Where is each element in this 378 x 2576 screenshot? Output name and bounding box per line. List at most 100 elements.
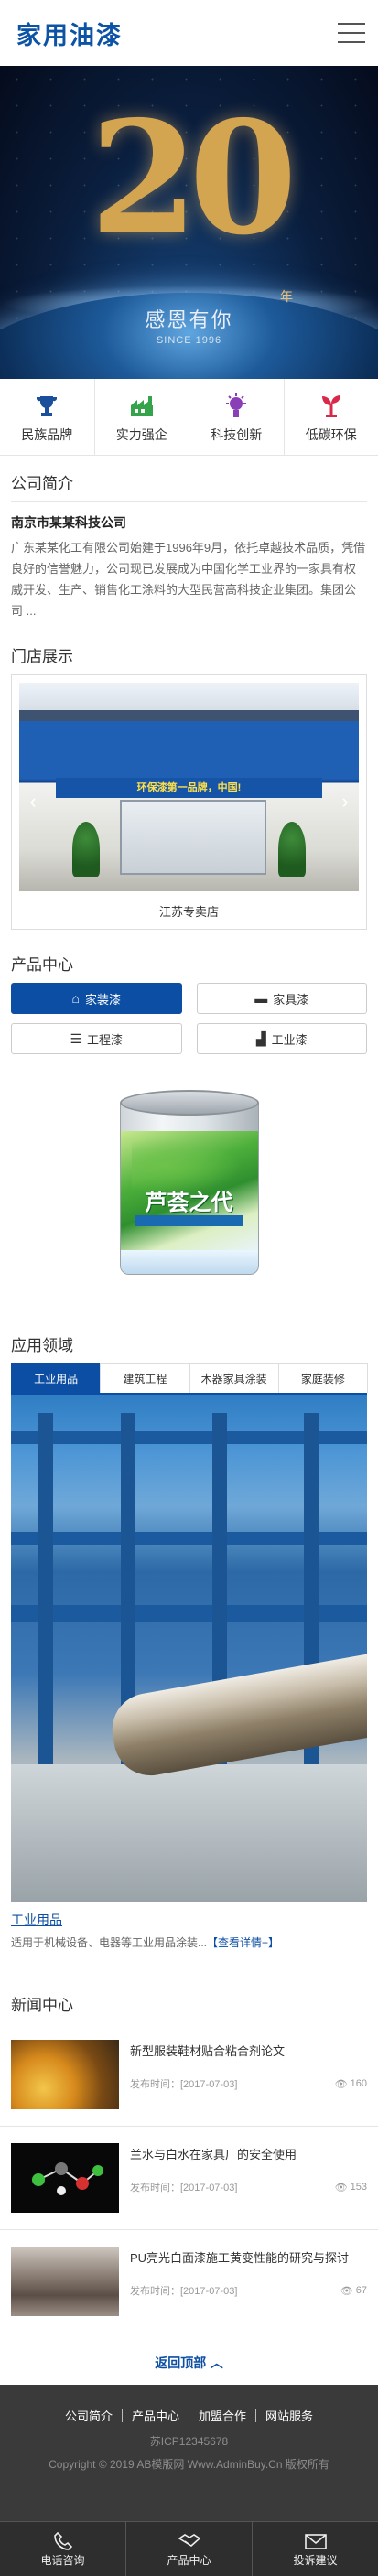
product-category-grid: ⌂ 家装漆 ▬ 家具漆 ☰ 工程漆 ▟ 工业漆 xyxy=(0,983,378,1054)
news-date-value: [2017-07-03] xyxy=(180,2286,238,2297)
anniversary-year-label: 年 xyxy=(280,289,293,304)
footer-links: 公司简介 产品中心 加盟合作 网站服务 xyxy=(0,2407,378,2424)
nav-label: 电话咨询 xyxy=(40,2554,85,2567)
store-caption[interactable]: 江苏专卖店 xyxy=(12,902,366,920)
sofa-icon: ▬ xyxy=(254,991,268,1006)
back-to-top-label: 返回顶部 xyxy=(155,2355,207,2370)
applications-section-title: 应用领域 xyxy=(11,1336,73,1354)
news-item[interactable]: 兰水与白水在家具厂的安全使用 发布时间：[2017-07-03] 👁 153 xyxy=(0,2127,378,2230)
news-date-label: 发布时间： xyxy=(130,2183,180,2193)
carousel-prev-arrow-icon[interactable]: ‹ xyxy=(23,785,43,818)
nav-product-center[interactable]: 产品中心 xyxy=(126,2522,253,2576)
eye-icon: 👁 xyxy=(334,2182,348,2193)
category-label: 工程漆 xyxy=(87,1032,124,1047)
company-name[interactable]: 南京市某某科技公司 xyxy=(11,501,367,537)
news-views-count: 67 xyxy=(355,2285,367,2296)
feature-national-brand[interactable]: 民族品牌 xyxy=(0,379,95,455)
factory-icon xyxy=(128,391,156,422)
truck-icon: ▟ xyxy=(255,1030,266,1046)
footer: 公司简介 产品中心 加盟合作 网站服务 苏ICP12345678 Copyrig… xyxy=(0,2385,378,2521)
back-to-top[interactable]: 返回顶部 ︿ xyxy=(0,2333,378,2385)
news-thumbnail[interactable] xyxy=(11,2143,119,2213)
category-home-paint-button[interactable]: ⌂ 家装漆 xyxy=(11,983,182,1014)
news-views: 👁 67 xyxy=(340,2283,367,2298)
site-logo[interactable]: 家用油漆 xyxy=(16,16,123,51)
banner-since: SINCE 1996 xyxy=(156,335,222,346)
news-date: 发布时间：[2017-07-03] xyxy=(130,2283,237,2298)
building-icon: ☰ xyxy=(70,1030,82,1046)
nav-complaint[interactable]: 投诉建议 xyxy=(253,2522,378,2576)
nav-phone-consult[interactable]: 电话咨询 xyxy=(0,2522,126,2576)
news-views: 👁 153 xyxy=(335,2180,367,2194)
news-date-value: [2017-07-03] xyxy=(180,2183,238,2193)
news-title[interactable]: 兰水与白水在家具厂的安全使用 xyxy=(130,2147,367,2163)
bottom-nav: 电话咨询 产品中心 投诉建议 xyxy=(0,2521,378,2576)
application-photo[interactable] xyxy=(11,1395,367,1902)
news-date-label: 发布时间： xyxy=(130,2286,180,2297)
news-views-count: 153 xyxy=(350,2182,367,2193)
banner-slogan: 感恩有你 xyxy=(145,308,233,331)
eye-icon: 👁 xyxy=(334,2078,348,2090)
copyright: Copyright © 2019 AB模版网 Www.AdminBuy.Cn 版… xyxy=(49,2458,329,2471)
category-furniture-paint-button[interactable]: ▬ 家具漆 xyxy=(196,983,367,1014)
product-image[interactable]: 芦荟之代 xyxy=(0,1076,378,1296)
footer-link-products[interactable]: 产品中心 xyxy=(132,2407,179,2424)
nav-label: 产品中心 xyxy=(167,2554,211,2567)
handshake-icon xyxy=(178,2530,201,2552)
sprout-icon xyxy=(318,391,345,422)
paint-bucket-graphic: 芦荟之代 xyxy=(116,1090,263,1282)
mail-icon xyxy=(304,2530,328,2552)
feature-strip: 民族品牌 实力强企 科技创新 低碳环保 xyxy=(0,379,378,456)
category-label: 家具漆 xyxy=(273,992,309,1007)
header: 家用油漆 xyxy=(0,0,378,66)
feature-tech-innovation[interactable]: 科技创新 xyxy=(189,379,285,455)
news-views-count: 160 xyxy=(350,2078,367,2089)
feature-label: 科技创新 xyxy=(211,426,263,442)
home-icon: ⌂ xyxy=(71,991,80,1006)
about-section: 南京市某某科技公司 广东某某化工有限公司始建于1996年9月，依托卓越技术品质，… xyxy=(0,501,378,621)
store-photo[interactable]: 环保漆第一品牌，中国! xyxy=(19,683,359,891)
news-date-label: 发布时间： xyxy=(130,2079,180,2090)
news-date: 发布时间：[2017-07-03] xyxy=(130,2076,237,2091)
news-title[interactable]: PU亮光白面漆施工黄变性能的研究与探讨 xyxy=(130,2250,367,2267)
feature-strong-company[interactable]: 实力强企 xyxy=(95,379,189,455)
footer-link-about[interactable]: 公司简介 xyxy=(65,2407,113,2424)
chevron-up-icon: ︿ xyxy=(210,2355,223,2370)
application-category-link[interactable]: 工业用品 xyxy=(0,1902,378,1929)
footer-link-join[interactable]: 加盟合作 xyxy=(199,2407,246,2424)
news-item[interactable]: 新型服装鞋材贴合粘合剂论文 发布时间：[2017-07-03] 👁 160 xyxy=(0,2023,378,2127)
category-label: 家装漆 xyxy=(84,992,121,1007)
application-description: 适用于机械设备、电器等工业用品涂装...【查看详情+】 xyxy=(0,1929,378,1950)
news-thumbnail[interactable] xyxy=(11,2040,119,2109)
eye-icon: 👁 xyxy=(340,2285,353,2297)
bulb-icon xyxy=(222,391,250,422)
feature-label: 民族品牌 xyxy=(21,426,73,442)
menu-icon[interactable] xyxy=(338,23,365,43)
application-tabs: 工业用品 建筑工程 木器家具涂装 家庭装修 xyxy=(11,1363,368,1395)
view-details-link[interactable]: 【查看详情+】 xyxy=(207,1936,279,1949)
icp-number: 苏ICP12345678 xyxy=(149,2435,229,2448)
news-date-value: [2017-07-03] xyxy=(180,2079,238,2090)
product-brand-label: 芦荟之代 xyxy=(145,1189,233,1215)
tab-wood-furniture[interactable]: 木器家具涂装 xyxy=(189,1363,279,1393)
phone-icon xyxy=(53,2530,73,2552)
about-section-title: 公司简介 xyxy=(11,474,73,492)
tab-industrial[interactable]: 工业用品 xyxy=(11,1363,102,1393)
category-engineering-paint-button[interactable]: ☰ 工程漆 xyxy=(11,1023,182,1054)
hero-banner[interactable]: 20 年 感恩有你 SINCE 1996 xyxy=(0,66,378,379)
tab-home-decoration[interactable]: 家庭装修 xyxy=(277,1363,368,1393)
footer-link-service[interactable]: 网站服务 xyxy=(265,2407,313,2424)
news-thumbnail[interactable] xyxy=(11,2247,119,2316)
feature-label: 实力强企 xyxy=(115,426,167,442)
feature-low-carbon[interactable]: 低碳环保 xyxy=(285,379,378,455)
news-date: 发布时间：[2017-07-03] xyxy=(130,2180,237,2194)
news-title[interactable]: 新型服装鞋材贴合粘合剂论文 xyxy=(130,2043,367,2060)
news-views: 👁 160 xyxy=(335,2076,367,2091)
news-item[interactable]: PU亮光白面漆施工黄变性能的研究与探讨 发布时间：[2017-07-03] 👁 6… xyxy=(0,2230,378,2333)
category-industrial-paint-button[interactable]: ▟ 工业漆 xyxy=(196,1023,367,1054)
store-section-title: 门店展示 xyxy=(11,647,73,665)
application-desc-text: 适用于机械设备、电器等工业用品涂装... xyxy=(11,1936,208,1949)
tab-construction[interactable]: 建筑工程 xyxy=(100,1363,190,1393)
company-description: 广东某某化工有限公司始建于1996年9月，依托卓越技术品质，凭借良好的信誉魅力，… xyxy=(11,541,366,618)
carousel-next-arrow-icon[interactable]: › xyxy=(335,785,355,818)
